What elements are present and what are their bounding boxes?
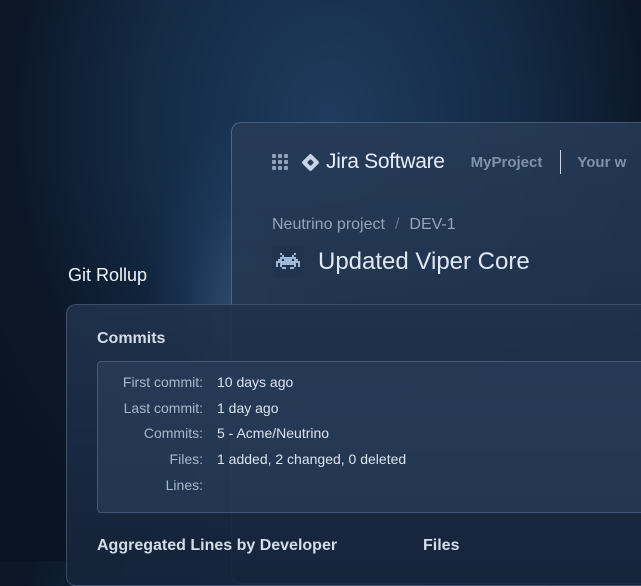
detail-row-commits: Commits: 5 - Acme/Neutrino xyxy=(98,425,329,443)
git-rollup-title: Git Rollup xyxy=(68,265,148,285)
grid-icon[interactable] xyxy=(272,154,288,170)
files-heading: Files xyxy=(423,537,460,554)
detail-value: 5 - Acme/Neutrino xyxy=(217,425,330,441)
breadcrumb: Neutrino project / DEV-1 xyxy=(272,216,456,234)
detail-row-first-commit: First commit: 10 days ago xyxy=(98,374,293,392)
detail-value: 1 added, 2 changed, 0 deleted xyxy=(217,451,407,467)
detail-value: 10 days ago xyxy=(217,374,294,390)
breadcrumb-separator: / xyxy=(394,216,400,233)
app-name[interactable]: Jira Software xyxy=(326,150,445,174)
space-invader-icon xyxy=(272,246,304,278)
detail-label: Files: xyxy=(169,451,203,467)
detail-value: 1 day ago xyxy=(217,400,279,416)
project-nav-link[interactable]: MyProject xyxy=(471,154,543,171)
your-work-link[interactable]: Your w xyxy=(577,154,626,171)
aggregated-lines-heading: Aggregated Lines by Developer xyxy=(97,537,338,554)
header-divider xyxy=(560,150,562,174)
jira-diamond-icon xyxy=(301,152,320,172)
commit-details-box: First commit: 10 days ago Last commit: 1… xyxy=(97,361,641,513)
detail-label: Commits: xyxy=(143,425,203,441)
breadcrumb-issue-key[interactable]: DEV-1 xyxy=(409,216,455,233)
jira-header: Jira Software MyProject Your w xyxy=(272,150,626,174)
issue-title-row: Updated Viper Core xyxy=(272,246,530,278)
detail-label: First commit: xyxy=(122,374,203,390)
git-rollup-panel: Commits First commit: 10 days ago Last c… xyxy=(66,304,641,586)
commits-heading: Commits xyxy=(97,330,166,347)
issue-title: Updated Viper Core xyxy=(318,248,530,275)
detail-label: Lines: xyxy=(165,477,203,493)
detail-row-lines: Lines: xyxy=(98,477,217,495)
breadcrumb-project[interactable]: Neutrino project xyxy=(272,216,385,233)
detail-label: Last commit: xyxy=(123,400,203,416)
detail-row-files: Files: 1 added, 2 changed, 0 deleted xyxy=(98,451,407,469)
detail-row-last-commit: Last commit: 1 day ago xyxy=(98,400,279,418)
